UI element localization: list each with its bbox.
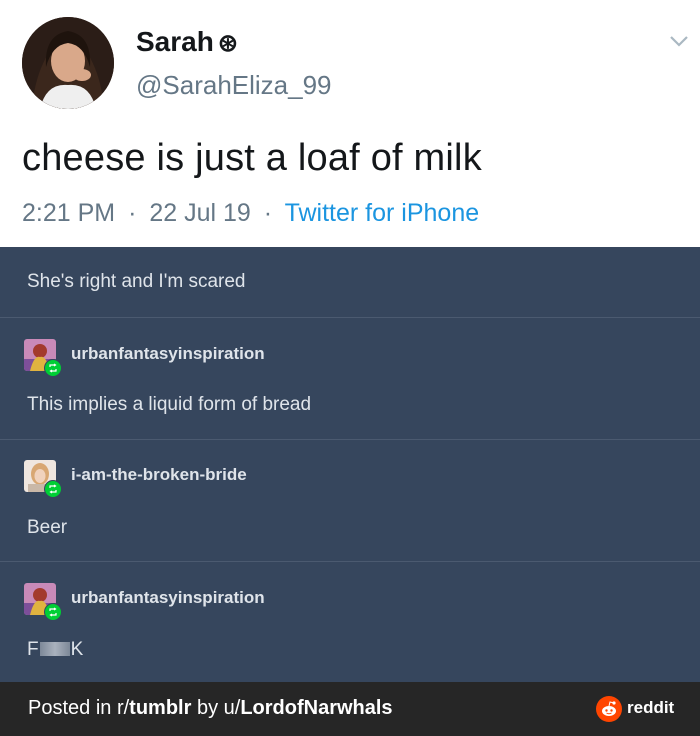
verified-badge-icon: ⊛ — [217, 30, 238, 57]
post-text-end: K — [70, 639, 84, 660]
tumblr-thread: She's right and I'm scared urbanfantasyi… — [0, 247, 700, 682]
author-link[interactable]: LordofNarwhals — [240, 697, 392, 719]
reblog-icon — [44, 603, 62, 621]
reddit-footer: Posted in r/tumblr by u/LordofNarwhals r… — [0, 682, 700, 736]
post-text: This implies a liquid form of bread — [27, 394, 312, 415]
tweet-text: cheese is just a loaf of milk — [22, 137, 482, 179]
divider — [0, 317, 700, 318]
censor-blur — [39, 642, 70, 656]
divider — [0, 439, 700, 440]
post-text: Beer — [27, 517, 68, 538]
tweet-card: Sarah ⊛ @SarahEliza_99 cheese is just a l… — [0, 0, 700, 247]
tweet-time: 2:21 PM — [22, 199, 116, 227]
username[interactable]: i-am-the-broken-bride — [71, 465, 247, 485]
separator: · — [128, 199, 137, 227]
separator: · — [263, 199, 273, 227]
post-text: FK — [27, 639, 83, 661]
username[interactable]: urbanfantasyinspiration — [71, 588, 265, 608]
tweet-source-link[interactable]: Twitter for iPhone — [285, 199, 480, 227]
tweet-date: 22 Jul 19 — [149, 199, 251, 227]
divider — [0, 561, 700, 562]
post-text-start: F — [27, 639, 39, 660]
avatar[interactable] — [22, 17, 114, 109]
reddit-wordmark[interactable]: reddit — [627, 698, 674, 718]
display-name[interactable]: Sarah ⊛ — [136, 26, 238, 58]
chevron-down-icon[interactable] — [668, 30, 690, 52]
username[interactable]: urbanfantasyinspiration — [71, 344, 265, 364]
posted-in-text: Posted in r/tumblr by u/LordofNarwhals — [28, 697, 393, 719]
reblog-icon — [44, 480, 62, 498]
tweet-meta: 2:21 PM · 22 Jul 19 · Twitter for iPhone — [22, 199, 479, 228]
user-handle[interactable]: @SarahEliza_99 — [136, 70, 332, 101]
thread-intro-text: She's right and I'm scared — [27, 271, 246, 292]
subreddit-link[interactable]: tumblr — [129, 697, 191, 719]
reddit-logo-icon[interactable] — [596, 696, 622, 722]
reblog-icon — [44, 359, 62, 377]
